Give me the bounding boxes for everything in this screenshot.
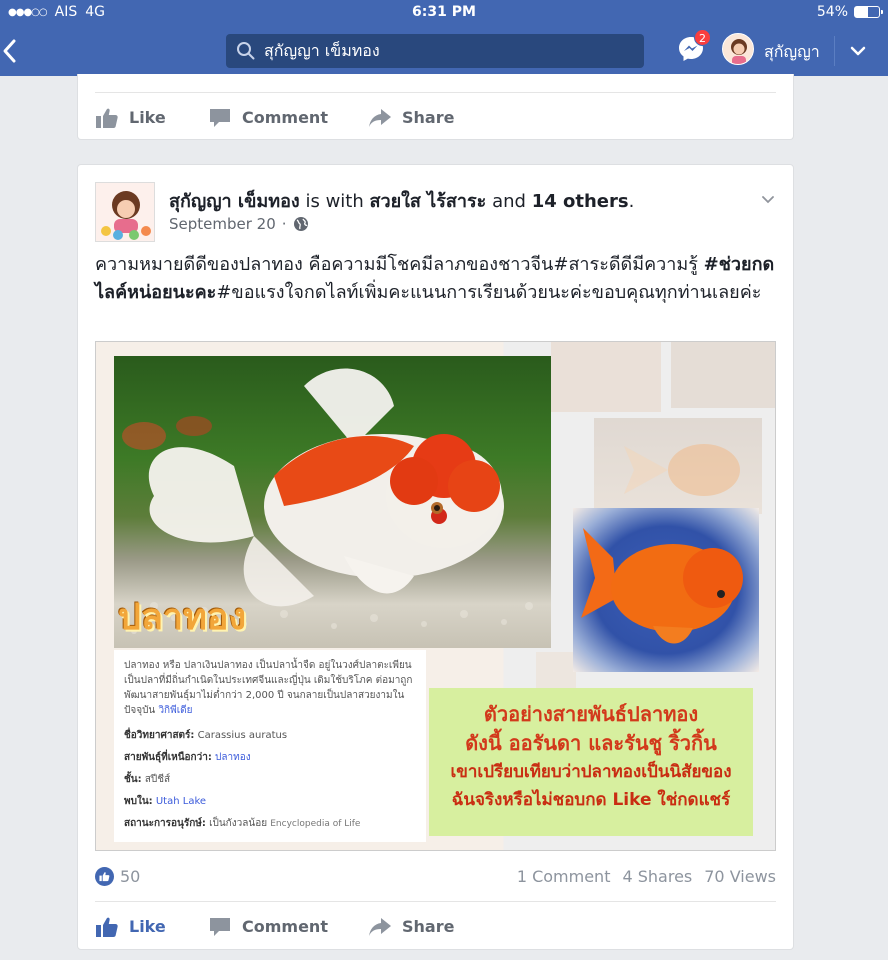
post-body: ความหมายดีดีของปลาทอง คือความมีโชคมีลาภข… <box>95 251 785 307</box>
post-header: สุกัญญา เข็มทอง is with สวยใส ไร้สาระ an… <box>95 182 776 242</box>
battery-percent: 54% <box>816 4 848 20</box>
wiki-row: สถานะการอนุรักษ์: เป็นกังวลน้อย Encyclop… <box>124 816 416 832</box>
comment-icon <box>210 108 230 127</box>
wiki-row-label: ชั้น: <box>124 774 142 785</box>
chevron-down-icon <box>762 196 774 204</box>
comment-label: Comment <box>242 917 328 936</box>
top-nav: สุกัญญา เข็มทอง 2 สุกัญญา <box>0 26 888 76</box>
background-tile <box>551 342 661 412</box>
chevron-down-icon <box>850 46 866 56</box>
avatar-image <box>723 34 753 64</box>
share-icon <box>369 917 391 936</box>
caption-line: ตัวอย่างสายพันธ์ปลาทอง <box>483 702 699 726</box>
comment-icon <box>210 917 230 936</box>
caption-box: ตัวอย่างสายพันธ์ปลาทอง ดังนี้ ออรันดา แล… <box>429 688 753 836</box>
share-button[interactable]: Share <box>368 916 454 938</box>
avatar[interactable] <box>95 182 155 242</box>
comment-button[interactable]: Comment <box>208 916 368 938</box>
thumbs-up-icon <box>96 108 118 128</box>
menu-button[interactable] <box>846 39 870 63</box>
avatar[interactable] <box>722 33 754 65</box>
caption-line: เขาเปรียบเทียบว่าปลาทองเป็นนิสัยของ <box>450 762 732 782</box>
comments-count[interactable]: 1 Comment <box>517 867 611 886</box>
background-tile <box>671 342 775 408</box>
wiki-row-value: ปลาทอง <box>215 752 251 763</box>
profile-name[interactable]: สุกัญญา <box>764 40 820 65</box>
comment-button[interactable]: Comment <box>208 107 368 129</box>
wiki-row-label: สถานะการอนุรักษ์: <box>124 818 206 829</box>
like-reaction-icon[interactable] <box>95 866 114 886</box>
post-card: สุกัญญา เข็มทอง is with สวยใส ไร้สาระ an… <box>77 164 794 950</box>
chevron-left-icon <box>3 39 16 63</box>
wiki-row: ชั้น: สปีชีส์ <box>124 772 416 787</box>
wiki-row-value: Utah Lake <box>155 796 207 807</box>
nav-divider <box>834 36 835 66</box>
clock: 6:31 PM <box>412 4 476 20</box>
search-input[interactable]: สุกัญญา เข็มทอง <box>226 34 644 68</box>
avatar-image <box>96 183 154 241</box>
action-bar: Like Comment Share <box>95 92 776 142</box>
search-icon <box>237 42 255 60</box>
wiki-row-value: เป็นกังวลน้อย <box>209 818 268 829</box>
author-name[interactable]: สุกัญญา เข็มทอง <box>169 191 300 212</box>
globe-icon <box>293 217 308 231</box>
status-bar: ●●●○○ AIS 4G 6:31 PM 54% <box>0 0 888 26</box>
wiki-row-label: สายพันธุ์ที่เหนือกว่า: <box>124 752 212 763</box>
author-line: สุกัญญา เข็มทอง is with สวยใส ไร้สาระ an… <box>169 186 634 215</box>
likes-count[interactable]: 50 <box>120 867 140 886</box>
shares-count[interactable]: 4 Shares <box>622 867 692 886</box>
image-title: ปลาทอง <box>118 596 247 638</box>
comment-label: Comment <box>242 108 328 127</box>
post-options-button[interactable] <box>760 192 776 208</box>
caption-line: ฉันจริงหรือไม่ชอบกด Like ใช่กดแชร์ <box>451 790 731 810</box>
messenger-badge: 2 <box>694 29 711 46</box>
tagged-friend[interactable]: สวยใส ไร้สาระ <box>370 191 487 212</box>
wiki-row: สายพันธุ์ที่เหนือกว่า: ปลาทอง <box>124 750 416 765</box>
post-image[interactable]: ปลาทอง ปลาทอง หรือ ปลาเงินปลาทอง เป็นปลา… <box>95 341 776 851</box>
wiki-row-value: Carassius auratus <box>197 730 288 741</box>
background-tile <box>536 652 576 692</box>
faded-fish-photo <box>594 418 762 514</box>
messenger-button[interactable]: 2 <box>676 29 711 68</box>
wiki-row-label: ชื่อวิทยาศาสตร์: <box>124 730 195 741</box>
share-button[interactable]: Share <box>368 107 454 129</box>
back-button[interactable] <box>0 31 30 71</box>
wiki-row-label: พบใน: <box>124 796 153 807</box>
like-label: Like <box>129 917 166 936</box>
tagged-others[interactable]: 14 others <box>532 191 629 212</box>
wiki-source-link: วิกิพีเดีย <box>158 705 193 716</box>
post-text-part2: #ขอแรงใจกดไลท์เพิ่มคะแนนการเรียนด้วยนะค่… <box>216 282 762 303</box>
wiki-row-value: สปีชีส์ <box>144 774 171 785</box>
post-text-part1: ความหมายดีดีของปลาทอง คือความมีโชคมีลาภข… <box>95 254 704 275</box>
share-label: Share <box>402 917 455 936</box>
wiki-row: ชื่อวิทยาศาสตร์: Carassius auratus <box>124 728 416 743</box>
reactions-bar: 50 1 Comment 4 Shares 70 Views <box>95 861 776 891</box>
views-count: 70 Views <box>704 866 776 886</box>
wiki-row: พบใน: Utah Lake <box>124 794 416 809</box>
action-bar: Like Comment Share <box>95 901 776 951</box>
goldfish-second-photo <box>573 508 759 672</box>
post-date[interactable]: September 20 <box>169 215 276 233</box>
post-stats: 1 Comment 4 Shares 70 Views <box>517 867 776 886</box>
caption-line: ดังนี้ ออรันดา และรันชู ริ้วกิ้น <box>465 731 717 755</box>
like-label: Like <box>129 108 166 127</box>
and-text: and <box>492 191 526 212</box>
previous-post-card: Like Comment Share <box>77 74 794 140</box>
share-icon <box>369 108 391 127</box>
like-button[interactable]: Like <box>95 916 208 938</box>
battery-icon <box>854 6 883 18</box>
share-label: Share <box>402 108 455 127</box>
wiki-row-source: Encyclopedia of Life <box>270 819 361 829</box>
meta-separator: · <box>281 215 287 233</box>
thumbs-up-icon <box>96 917 118 937</box>
wiki-description: ปลาทอง หรือ ปลาเงินปลาทอง เป็นปลาน้ำจืด … <box>124 658 416 718</box>
like-button[interactable]: Like <box>95 107 208 129</box>
search-text: สุกัญญา เข็มทอง <box>264 40 380 60</box>
post-meta: September 20 · <box>169 215 309 233</box>
wiki-info-box: ปลาทอง หรือ ปลาเงินปลาทอง เป็นปลาน้ำจืด … <box>114 650 426 842</box>
period-text: . <box>628 191 635 212</box>
with-text: is with <box>305 191 364 212</box>
